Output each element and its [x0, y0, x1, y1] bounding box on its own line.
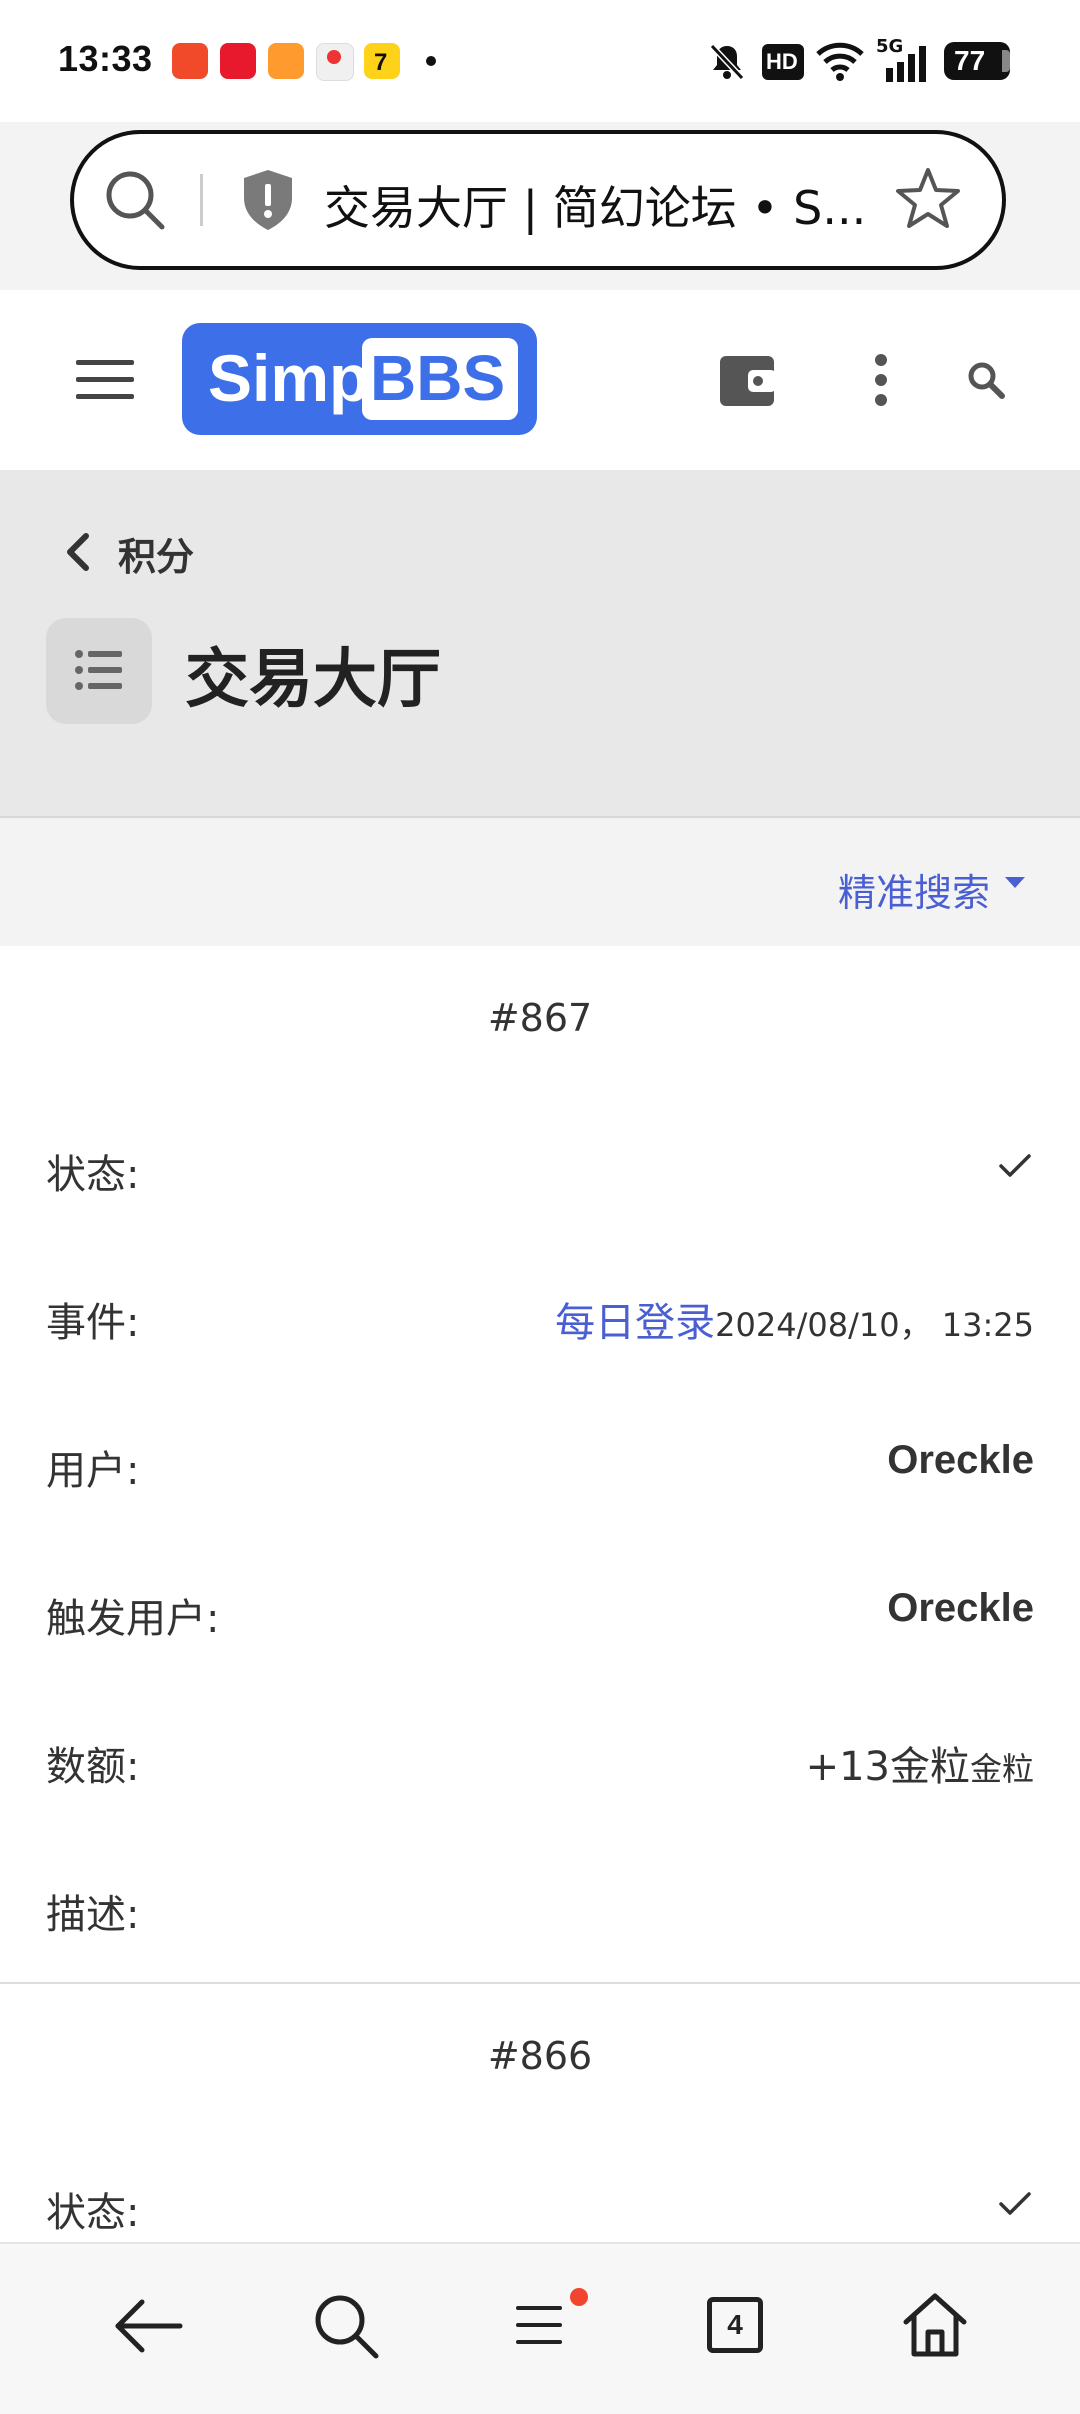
trigger-user-link[interactable]: Oreckle: [887, 1586, 1034, 1631]
wifi-icon: [816, 42, 864, 81]
back-chevron-icon[interactable]: [64, 532, 92, 572]
shield-warning-icon[interactable]: [240, 168, 296, 232]
event-value: 每日登录2024/08/10， 13:25: [555, 1290, 1034, 1348]
hd-label: HD: [766, 49, 798, 74]
notification-dot: [426, 56, 436, 66]
home-icon[interactable]: [900, 2290, 970, 2360]
status-label: 状态:: [46, 2190, 140, 2236]
back-arrow-icon[interactable]: [112, 2296, 184, 2356]
notification-badge: [570, 2288, 588, 2306]
list-icon: [75, 650, 122, 690]
url-title[interactable]: 交易大厅 | 简幻论坛 • S...: [324, 172, 866, 238]
app-icon-1: [172, 43, 208, 79]
app-icon-5: 7: [364, 43, 400, 79]
amount-value: +13金粒金粒: [806, 1734, 1034, 1792]
precise-search-dropdown[interactable]: 精准搜索: [838, 862, 990, 917]
logo-text-simp: Simp: [208, 341, 370, 415]
page-header-section: [0, 470, 1080, 818]
hamburger-menu-icon[interactable]: [76, 358, 134, 402]
app-icon-2: [220, 43, 256, 79]
check-icon: [999, 1154, 1031, 1177]
user-link[interactable]: Oreckle: [887, 1438, 1034, 1483]
app-icon-3: [268, 43, 304, 79]
search-icon[interactable]: [102, 167, 168, 233]
wallet-icon[interactable]: [718, 350, 778, 408]
battery-icon: 77: [944, 42, 1010, 80]
record-divider: [0, 1982, 1080, 1984]
back-link[interactable]: 积分: [118, 526, 194, 581]
menu-nav-icon[interactable]: [514, 2302, 566, 2348]
user-label: 用户:: [46, 1448, 140, 1494]
tabs-button[interactable]: 4: [707, 2297, 763, 2353]
event-link[interactable]: 每日登录: [555, 1300, 715, 1346]
event-label: 事件:: [46, 1300, 140, 1346]
signal-icon: [886, 46, 926, 82]
logo-text-bbs: BBS: [370, 342, 506, 414]
page-title: 交易大厅: [185, 643, 441, 717]
amount-number: +13金粒: [805, 1744, 970, 1790]
description-label: 描述:: [46, 1892, 140, 1938]
tab-count: 4: [727, 2309, 743, 2340]
record-id: #867: [487, 996, 593, 1040]
search-nav-icon[interactable]: [310, 2290, 382, 2362]
mute-bell-icon: [709, 43, 745, 81]
event-time: 2024/08/10， 13:25: [715, 1306, 1034, 1344]
clock: 13:33: [58, 38, 153, 79]
battery-level: 77: [954, 45, 986, 76]
bookmark-star-icon[interactable]: [894, 164, 962, 232]
status-label: 状态:: [46, 1152, 140, 1198]
amount-label: 数额:: [46, 1744, 140, 1790]
check-icon: [999, 2192, 1031, 2215]
caret-down-icon[interactable]: [1004, 876, 1026, 890]
more-vertical-icon[interactable]: [870, 352, 892, 408]
site-header: [0, 290, 1080, 470]
amount-unit: 金粒: [969, 1750, 1034, 1788]
battery-tip: [1002, 50, 1010, 72]
trigger-user-label: 触发用户:: [46, 1596, 220, 1642]
record-id: #866: [487, 2034, 593, 2078]
address-divider: [200, 174, 203, 226]
hd-icon: HD: [762, 44, 804, 80]
site-search-icon[interactable]: [966, 360, 1006, 400]
app-icon-4: [316, 43, 354, 81]
